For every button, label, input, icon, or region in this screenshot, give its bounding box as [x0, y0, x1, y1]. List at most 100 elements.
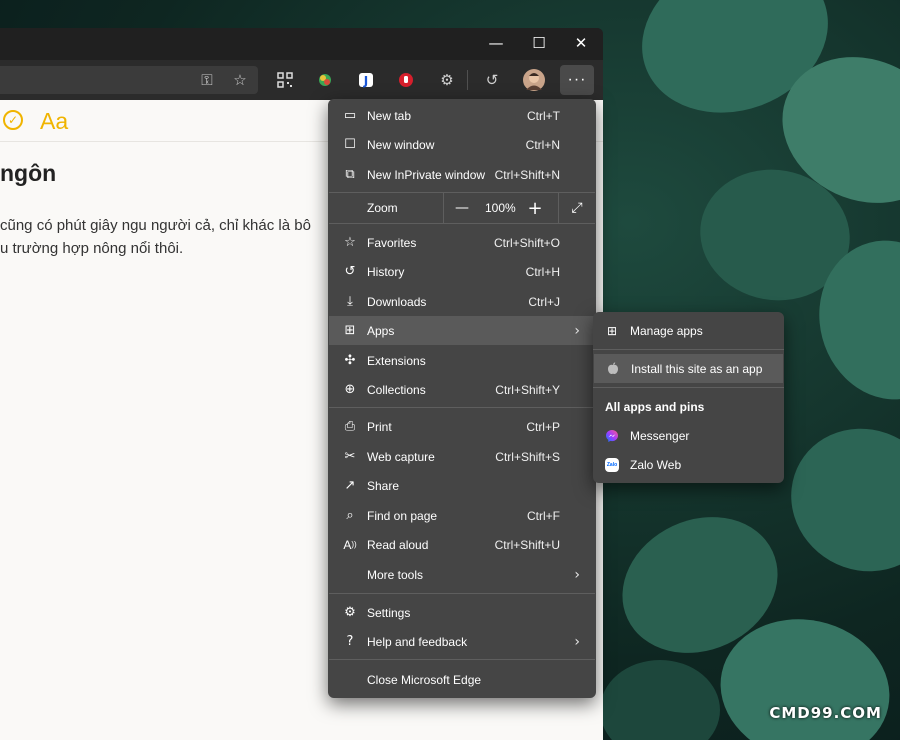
menu-item-label: Apps	[367, 323, 395, 338]
key-icon[interactable]: ⚿	[196, 69, 218, 91]
submenu-divider	[593, 349, 784, 350]
menu-item-label: Downloads	[367, 294, 427, 309]
extensions-puzzle-icon: ✣	[344, 353, 356, 368]
article-text-line: u trường hợp nông nổi thôi.	[0, 240, 184, 257]
menu-item-label: Extensions	[367, 353, 426, 368]
menu-item-more-tools[interactable]: More tools ›	[329, 560, 595, 589]
menu-item-label: Favorites	[367, 235, 417, 250]
add-favorite-icon[interactable]: ☆	[229, 69, 251, 91]
submenu-item-messenger[interactable]: Messenger	[593, 421, 784, 450]
menu-item-new-window[interactable]: ☐ New window Ctrl+N	[329, 130, 595, 159]
apps-grid-icon: ⊞	[606, 323, 618, 338]
watermark: CMD99.COM	[769, 704, 882, 722]
profile-avatar[interactable]	[523, 69, 545, 91]
font-size-button[interactable]: Aa	[40, 108, 68, 135]
article-text-line: cũng có phút giây ngu người cả, chỉ khác…	[0, 217, 311, 234]
menu-item-extensions[interactable]: ✣ Extensions	[329, 346, 595, 375]
messenger-icon	[604, 428, 620, 444]
menu-item-history[interactable]: ↺ History Ctrl+H	[329, 257, 595, 286]
title-bar: — ☐ ✕	[0, 28, 603, 60]
zoom-row: Zoom — 100% + ⤢	[329, 193, 595, 223]
history-icon[interactable]: ↺	[481, 69, 503, 91]
extension-j-icon[interactable]: J	[355, 69, 377, 91]
browser-toolbar: ⚿ ☆ J ⚙ ↺ ···	[0, 60, 603, 100]
menu-item-label: More tools	[367, 567, 424, 582]
menu-item-label: Share	[367, 478, 400, 493]
menu-item-help-and-feedback[interactable]: ? Help and feedback ›	[329, 627, 595, 656]
full-screen-button[interactable]: ⤢	[564, 196, 590, 220]
menu-item-apps[interactable]: ⊞ Apps ›	[329, 316, 595, 345]
minimize-button[interactable]: —	[474, 28, 518, 58]
favorites-icon: ☆	[344, 235, 356, 250]
gear-icon: ⚙	[344, 605, 356, 620]
section-header: All apps and pins	[605, 400, 705, 414]
menu-item-shortcut: Ctrl+T	[527, 108, 560, 123]
check-circle-icon[interactable]: ✓	[3, 110, 23, 130]
submenu-item-install-site[interactable]: Install this site as an app	[594, 354, 783, 383]
zoom-in-button[interactable]: +	[522, 196, 548, 220]
zalo-icon-text: Zalo	[605, 457, 619, 472]
settings-and-more-button[interactable]: ···	[560, 65, 594, 95]
zoom-divider	[558, 193, 559, 223]
menu-item-label: Print	[367, 419, 392, 434]
menu-item-label: New window	[367, 137, 435, 152]
article-title: ngôn	[0, 160, 57, 186]
zoom-out-button[interactable]: —	[449, 196, 475, 220]
extension-colorful-icon[interactable]	[314, 69, 336, 91]
menu-divider	[329, 223, 595, 224]
maximize-button[interactable]: ☐	[517, 28, 561, 58]
chevron-right-icon: ›	[574, 633, 580, 650]
menu-item-downloads[interactable]: ⤓ Downloads Ctrl+J	[329, 287, 595, 316]
menu-item-label: Web capture	[367, 449, 435, 464]
menu-item-shortcut: Ctrl+Shift+Y	[495, 382, 560, 397]
help-icon: ?	[346, 634, 354, 649]
menu-item-collections[interactable]: ⊕ Collections Ctrl+Shift+Y	[329, 375, 595, 404]
zoom-level: 100%	[485, 201, 516, 215]
menu-divider	[329, 659, 595, 660]
share-icon: ↗	[344, 478, 356, 493]
menu-item-new-inprivate-window[interactable]: ⧉ New InPrivate window Ctrl+Shift+N	[329, 160, 595, 189]
menu-item-favorites[interactable]: ☆ Favorites Ctrl+Shift+O	[329, 228, 595, 257]
svg-text:J: J	[363, 74, 368, 88]
extensions-puzzle-icon[interactable]: ⚙	[436, 69, 458, 91]
menu-item-shortcut: Ctrl+P	[526, 419, 560, 434]
menu-item-web-capture[interactable]: ✂ Web capture Ctrl+Shift+S	[329, 442, 595, 471]
menu-item-label: Settings	[367, 605, 411, 620]
zalo-icon: Zalo	[604, 457, 620, 473]
address-bar[interactable]: ⚿ ☆	[0, 66, 258, 94]
submenu-item-label: Manage apps	[630, 323, 703, 338]
menu-item-label: Collections	[367, 382, 426, 397]
print-icon: ⎙	[344, 419, 356, 434]
menu-divider	[329, 593, 595, 594]
extension-hand-icon[interactable]	[395, 69, 417, 91]
menu-item-shortcut: Ctrl+Shift+O	[493, 235, 560, 250]
menu-item-settings[interactable]: ⚙ Settings	[329, 598, 595, 627]
menu-item-shortcut: Ctrl+N	[525, 137, 560, 152]
menu-item-print[interactable]: ⎙ Print Ctrl+P	[329, 412, 595, 441]
menu-item-shortcut: Ctrl+F	[527, 508, 560, 523]
menu-item-share[interactable]: ↗ Share	[329, 471, 595, 500]
submenu-item-zalo-web[interactable]: Zalo Zalo Web	[593, 450, 784, 479]
zoom-label: Zoom	[367, 201, 398, 215]
menu-item-read-aloud[interactable]: A)) Read aloud Ctrl+Shift+U	[329, 530, 595, 559]
collections-icon: ⊕	[344, 382, 356, 397]
menu-item-new-tab[interactable]: ▭ New tab Ctrl+T	[329, 101, 595, 130]
menu-divider	[329, 407, 595, 408]
submenu-divider	[593, 387, 784, 388]
menu-item-shortcut: Ctrl+H	[525, 264, 560, 279]
menu-item-shortcut: Ctrl+Shift+N	[494, 167, 560, 182]
new-tab-icon: ▭	[343, 108, 357, 123]
submenu-item-manage-apps[interactable]: ⊞ Manage apps	[593, 316, 784, 345]
menu-item-find-on-page[interactable]: ⌕ Find on page Ctrl+F	[329, 501, 595, 530]
menu-item-shortcut: Ctrl+Shift+U	[494, 537, 560, 552]
download-icon: ⤓	[347, 294, 353, 309]
close-window-button[interactable]: ✕	[559, 28, 603, 58]
menu-item-label: New InPrivate window	[367, 167, 486, 182]
qr-code-icon[interactable]	[274, 69, 296, 91]
find-icon: ⌕	[346, 508, 354, 523]
apps-icon: ⊞	[344, 323, 356, 338]
menu-item-close-edge[interactable]: Close Microsoft Edge	[329, 665, 595, 694]
history-icon: ↺	[344, 264, 356, 279]
inprivate-window-icon: ⧉	[345, 167, 355, 182]
submenu-item-label: Install this site as an app	[631, 361, 763, 376]
